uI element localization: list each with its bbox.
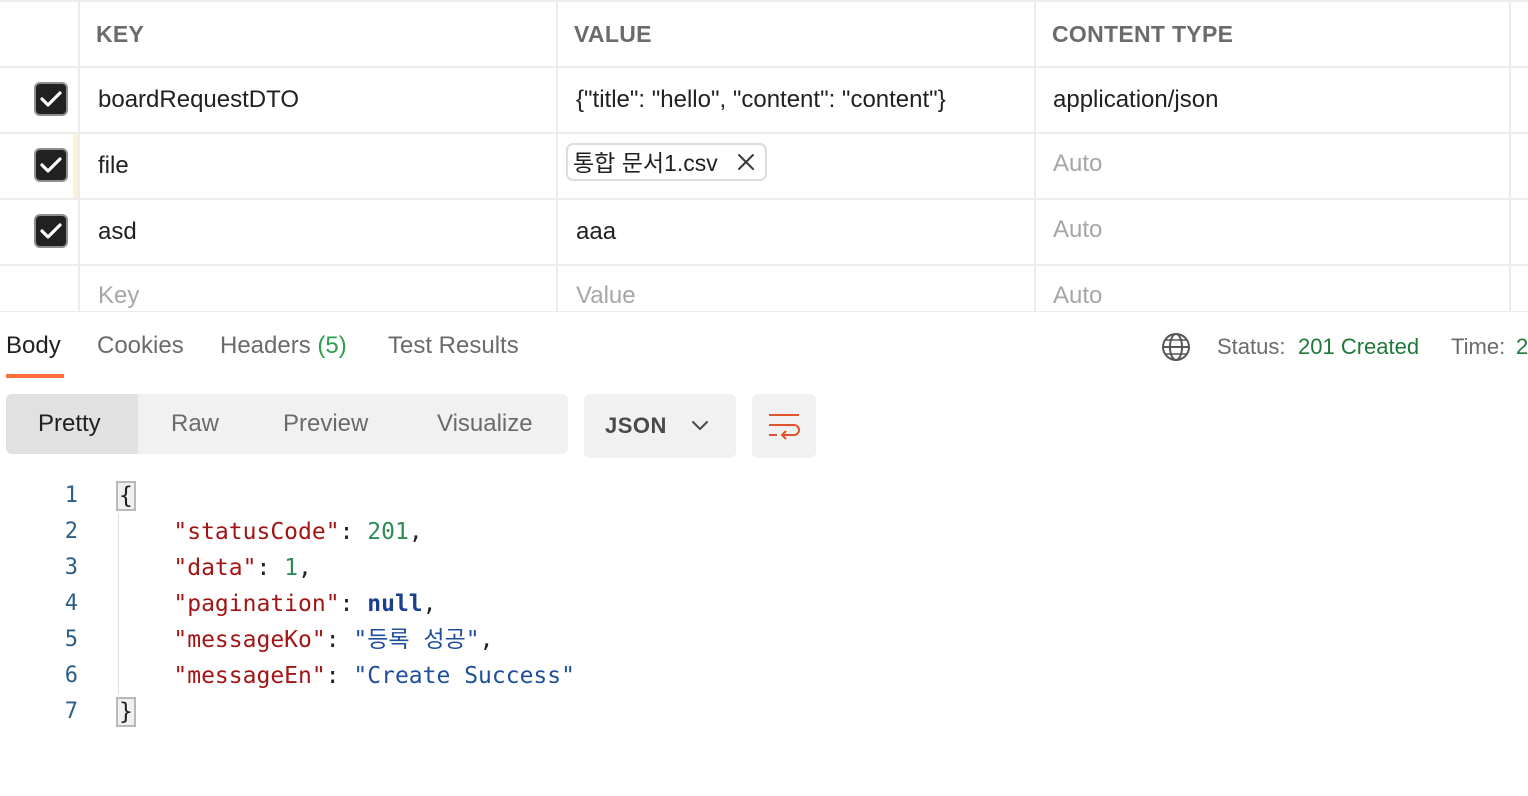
json-value: 1 <box>284 555 299 581</box>
code-line: "messageKo": "등록 성공", <box>173 627 494 653</box>
tab-headers[interactable]: Headers (5) <box>220 331 347 361</box>
column-header-value: VALUE <box>574 21 652 47</box>
format-select[interactable]: JSON <box>584 394 736 458</box>
param-content-type[interactable]: Auto <box>1053 216 1102 244</box>
new-value-input[interactable]: Value <box>576 282 636 310</box>
param-value[interactable]: aaa <box>576 218 616 246</box>
json-value: "Create Success" <box>353 663 575 689</box>
param-content-type[interactable]: Auto <box>1053 150 1102 178</box>
table-border <box>0 264 1528 266</box>
matched-brace: { <box>116 481 136 511</box>
line-number: 5 <box>64 627 78 652</box>
new-key-input[interactable]: Key <box>98 282 139 310</box>
json-value: 201 <box>367 519 409 545</box>
json-key: "data" <box>173 555 257 581</box>
code-line: "pagination": null, <box>173 591 437 617</box>
headers-count: (5) <box>317 332 347 359</box>
row-checkbox[interactable] <box>34 214 68 248</box>
table-border <box>0 198 1528 200</box>
check-icon <box>40 223 62 239</box>
param-key[interactable]: boardRequestDTO <box>98 86 299 114</box>
row-checkbox[interactable] <box>34 148 68 182</box>
globe-icon[interactable] <box>1160 331 1192 363</box>
check-icon <box>40 157 62 173</box>
new-content-type-input[interactable]: Auto <box>1053 282 1102 310</box>
code-line: "statusCode": 201, <box>173 519 423 545</box>
json-value: null <box>367 591 423 617</box>
column-divider <box>556 0 558 312</box>
table-border <box>0 0 1528 2</box>
line-number: 3 <box>64 555 78 580</box>
json-comma: , <box>422 591 437 617</box>
view-mode-raw[interactable]: Raw <box>171 409 219 439</box>
column-divider <box>78 0 80 312</box>
view-mode-visualize[interactable]: Visualize <box>437 409 533 439</box>
json-comma: , <box>479 627 494 653</box>
file-name: 통합 문서1.csv <box>573 150 718 176</box>
wrap-lines-button[interactable] <box>752 394 816 458</box>
wrap-lines-icon <box>769 414 800 440</box>
status-label: Status: <box>1217 334 1286 359</box>
active-tab-indicator <box>6 374 64 378</box>
check-icon <box>40 91 62 107</box>
code-line: "messageEn": "Create Success" <box>173 663 575 689</box>
row-hover-marker <box>73 134 78 198</box>
time-value[interactable]: 2 <box>1516 333 1528 361</box>
tab-headers-label: Headers <box>220 332 311 359</box>
column-header-key: KEY <box>96 21 145 47</box>
json-key: "statusCode" <box>173 519 340 545</box>
json-comma: , <box>298 555 312 581</box>
param-key[interactable]: asd <box>98 218 137 246</box>
param-content-type[interactable]: application/json <box>1053 86 1218 114</box>
table-border <box>0 132 1528 134</box>
status-value[interactable]: 201 Created <box>1298 333 1419 361</box>
line-number: 6 <box>64 663 78 688</box>
view-mode-preview[interactable]: Preview <box>283 409 368 439</box>
param-value[interactable]: {"title": "hello", "content": "content"} <box>576 86 946 114</box>
json-value: "등록 성공" <box>353 627 480 653</box>
column-divider <box>1034 0 1036 312</box>
line-number: 4 <box>64 591 78 616</box>
param-key[interactable]: file <box>98 152 129 180</box>
code-line: } <box>116 694 136 730</box>
table-border <box>0 66 1528 68</box>
matched-brace: } <box>116 697 136 727</box>
row-checkbox[interactable] <box>34 82 68 116</box>
view-mode-pretty[interactable]: Pretty <box>38 409 101 439</box>
column-header-content-type: CONTENT TYPE <box>1052 21 1234 47</box>
column-divider <box>1509 0 1511 312</box>
table-border <box>0 311 1528 312</box>
form-data-table: KEY VALUE CONTENT TYPE boardRequestDTO {… <box>0 0 1528 312</box>
code-line: { <box>116 478 136 514</box>
tab-cookies[interactable]: Cookies <box>97 331 184 361</box>
json-comma: , <box>408 519 423 545</box>
close-icon[interactable] <box>737 153 755 171</box>
time-label: Time: <box>1451 334 1506 359</box>
json-key: "pagination" <box>173 591 340 617</box>
json-key: "messageKo" <box>173 627 326 653</box>
line-number: 7 <box>64 699 78 724</box>
code-line: "data": 1, <box>173 555 312 581</box>
file-chip: 통합 문서1.csv <box>566 143 767 181</box>
format-select-value: JSON <box>605 413 667 438</box>
json-key: "messageEn" <box>173 663 326 689</box>
chevron-down-icon <box>692 421 708 430</box>
line-number: 1 <box>64 483 78 508</box>
tab-test-results[interactable]: Test Results <box>388 331 519 361</box>
tab-body[interactable]: Body <box>6 331 61 361</box>
line-number: 2 <box>64 519 78 544</box>
